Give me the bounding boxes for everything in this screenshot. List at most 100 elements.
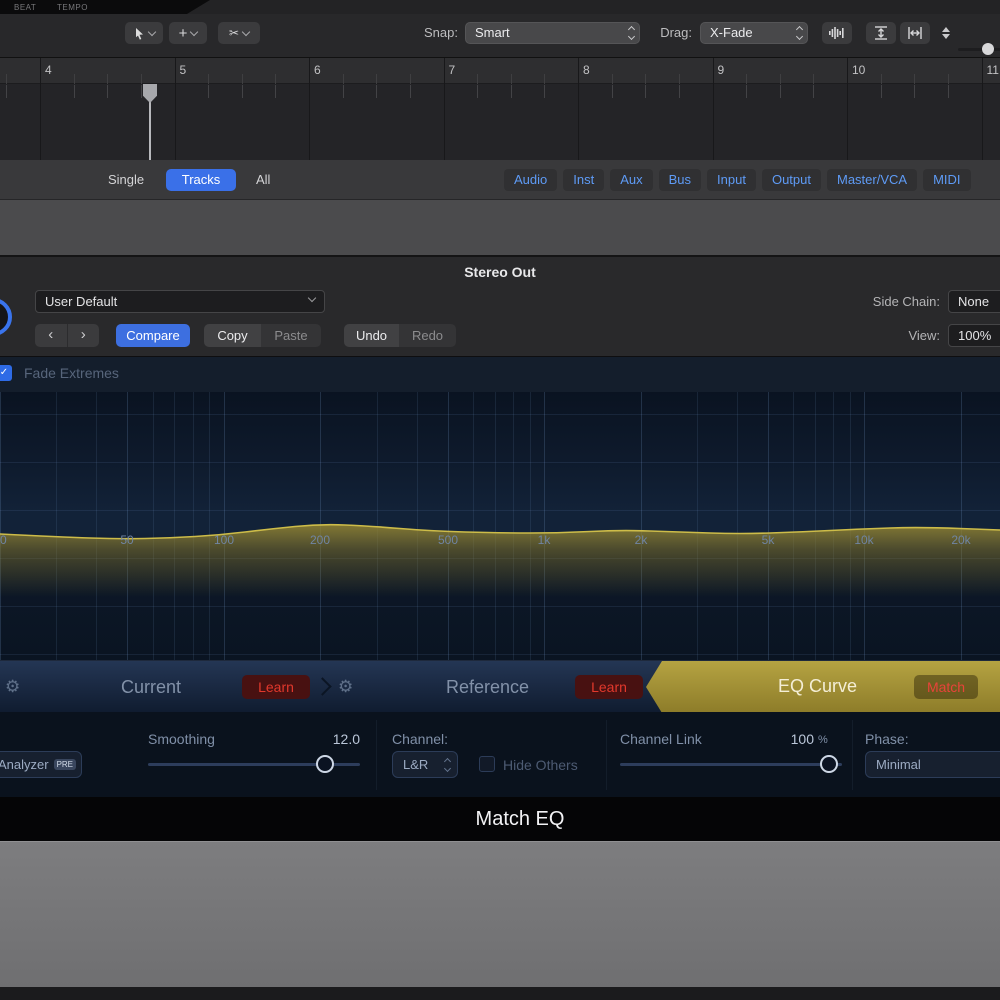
scissors-tool-button[interactable]: ✂ <box>218 22 260 44</box>
compare-button[interactable]: Compare <box>116 324 190 347</box>
freq-label: 500 <box>438 533 458 547</box>
toolbar: + ✂ Snap: Smart Drag: X-Fade <box>0 14 1000 58</box>
drag-value: X-Fade <box>710 25 753 40</box>
eq-curve-tab[interactable]: EQ Curve Match <box>646 661 1000 713</box>
eq-curve[interactable] <box>0 392 1000 660</box>
eq-curve-display[interactable]: 20501002005001k2k5k10k20k <box>0 392 1000 660</box>
transport-bar: BEAT TEMPO <box>0 0 1000 14</box>
drag-select[interactable]: X-Fade <box>700 22 808 44</box>
channel-link-label: Channel Link <box>620 731 702 747</box>
copy-paste-group: Copy Paste <box>204 324 321 347</box>
ruler-bar-line <box>982 58 983 160</box>
scope-all-button[interactable]: All <box>244 169 282 191</box>
prev-preset-button[interactable]: ‹ <box>35 324 68 347</box>
ruler-tick <box>746 74 747 84</box>
ruler-tick <box>141 74 142 84</box>
ruler-bar-line <box>175 58 176 160</box>
ruler-tick <box>275 85 276 98</box>
divider <box>852 720 853 790</box>
scope-tracks-button[interactable]: Tracks <box>166 169 236 191</box>
mixer-background <box>0 200 1000 257</box>
next-preset-button[interactable]: › <box>68 324 100 347</box>
select-stepper-icon <box>797 27 802 39</box>
ruler-tick <box>544 74 545 84</box>
match-button[interactable]: Match <box>914 675 978 699</box>
ruler-tick <box>914 85 915 98</box>
channel-select[interactable]: L&R <box>392 751 458 778</box>
side-chain-select[interactable]: None <box>948 290 1000 313</box>
view-select[interactable]: 100% <box>948 324 1000 347</box>
copy-button[interactable]: Copy <box>204 324 261 347</box>
view-label: View: <box>900 324 940 347</box>
preset-select[interactable]: User Default <box>35 290 325 313</box>
divider <box>606 720 607 790</box>
fade-extremes-label: Fade Extremes <box>24 365 119 381</box>
smoothing-value: 12.0 <box>300 731 360 747</box>
waveform-icon <box>829 26 845 40</box>
ruler-bar-number: 6 <box>314 63 321 77</box>
horizontal-auto-zoom-button[interactable] <box>900 22 930 44</box>
hide-others-checkbox[interactable] <box>479 756 495 772</box>
channel-link-slider-knob[interactable] <box>820 755 838 773</box>
ruler-tick <box>242 85 243 98</box>
bypass-button[interactable] <box>0 298 12 336</box>
ruler-bar-line <box>713 58 714 160</box>
filter-audio-button[interactable]: Audio <box>504 169 557 191</box>
ruler-tick <box>6 74 7 84</box>
gear-icon[interactable]: ⚙ <box>5 677 20 697</box>
ruler-tick <box>208 74 209 84</box>
filter-inst-button[interactable]: Inst <box>563 169 604 191</box>
freq-label: 1k <box>538 533 551 547</box>
bottom-parameter-strip: Analyzer PRE Smoothing 12.0 Channel: L&R… <box>0 712 1000 797</box>
ruler-bar-line <box>40 58 41 160</box>
ruler-bar-number: 11 <box>987 63 999 77</box>
drag-label: Drag: <box>646 22 692 44</box>
chevron-down-icon <box>190 27 198 35</box>
phase-select[interactable]: Minimal <box>865 751 1000 778</box>
ruler-tick <box>74 74 75 84</box>
smoothing-slider-knob[interactable] <box>316 755 334 773</box>
ruler-tick <box>780 85 781 98</box>
divider <box>376 720 377 790</box>
waveform-zoom-button[interactable] <box>822 22 852 44</box>
playhead-handle[interactable] <box>143 84 157 103</box>
analyzer-button[interactable]: Analyzer PRE <box>0 751 82 778</box>
ruler-tick <box>914 74 915 84</box>
ruler-tick <box>679 85 680 98</box>
channel-link-slider[interactable] <box>620 763 842 766</box>
zoom-slider-knob[interactable] <box>982 43 994 55</box>
ruler-tick <box>343 85 344 98</box>
paste-button[interactable]: Paste <box>261 324 321 347</box>
fade-extremes-row: ✓ Fade Extremes <box>0 357 1000 392</box>
gear-icon[interactable]: ⚙ <box>338 677 353 697</box>
redo-button[interactable]: Redo <box>399 324 456 347</box>
marquee-tool-button[interactable]: + <box>169 22 207 44</box>
current-tab[interactable]: Current <box>121 677 181 698</box>
timeline-ruler[interactable]: 4567891011 <box>0 58 1000 160</box>
current-learn-button[interactable]: Learn <box>242 675 310 699</box>
snap-label: Snap: <box>400 22 458 44</box>
link-filter-bar: Single Tracks All Audio Inst Aux Bus Inp… <box>0 160 1000 200</box>
ruler-tick <box>881 74 882 84</box>
undo-button[interactable]: Undo <box>344 324 399 347</box>
filter-input-button[interactable]: Input <box>707 169 756 191</box>
scope-single-button[interactable]: Single <box>96 169 156 191</box>
pointer-tool-button[interactable] <box>125 22 163 44</box>
preset-nav-group: ‹ › <box>35 324 99 347</box>
filter-output-button[interactable]: Output <box>762 169 821 191</box>
vertical-auto-zoom-button[interactable] <box>866 22 896 44</box>
side-chain-label: Side Chain: <box>860 290 940 313</box>
reference-learn-button[interactable]: Learn <box>575 675 643 699</box>
ruler-bar-number: 4 <box>45 63 52 77</box>
filter-aux-button[interactable]: Aux <box>610 169 652 191</box>
filter-master-vca-button[interactable]: Master/VCA <box>827 169 917 191</box>
fade-extremes-checkbox[interactable]: ✓ <box>0 365 12 381</box>
filter-bus-button[interactable]: Bus <box>659 169 701 191</box>
ruler-tick <box>948 85 949 98</box>
section-tab-bar: ⚙ Current Learn ⚙ Reference Learn EQ Cur… <box>0 660 1000 712</box>
freq-label: 2k <box>635 533 648 547</box>
snap-select[interactable]: Smart <box>465 22 640 44</box>
ruler-tick <box>107 74 108 84</box>
reference-tab[interactable]: Reference <box>446 677 529 698</box>
filter-midi-button[interactable]: MIDI <box>923 169 970 191</box>
